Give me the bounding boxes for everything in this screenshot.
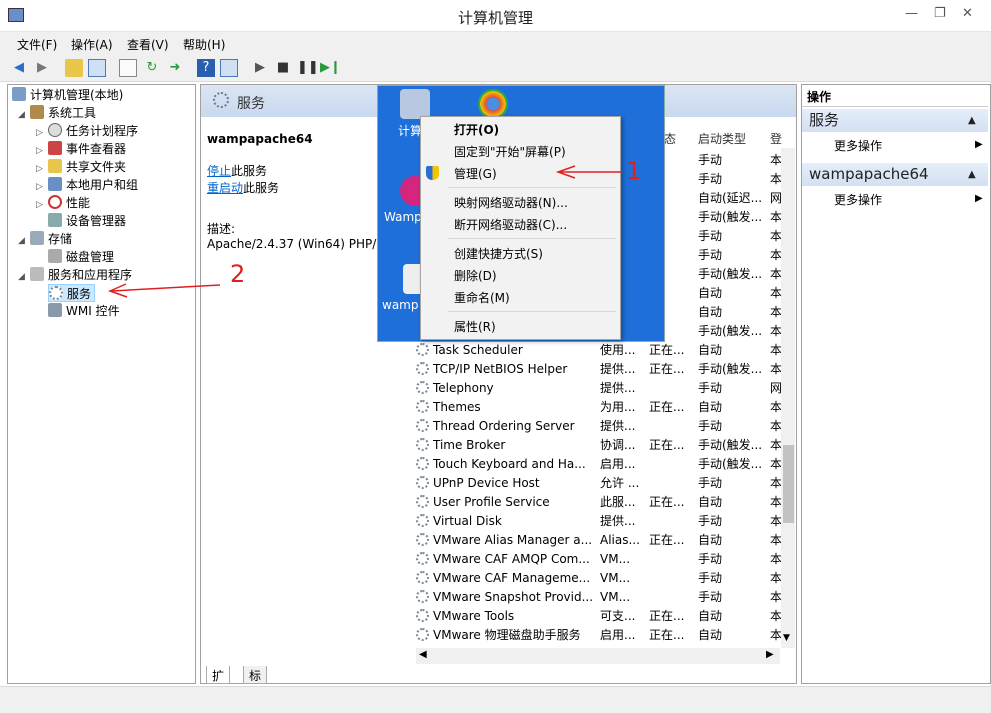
- annotation-number-2: 2: [230, 260, 246, 288]
- annotation-arrow-2: [107, 283, 221, 298]
- annotation-number-1: 1: [626, 157, 642, 185]
- annotation-arrow-1: [555, 165, 622, 179]
- annotation-arrows: [107, 165, 622, 298]
